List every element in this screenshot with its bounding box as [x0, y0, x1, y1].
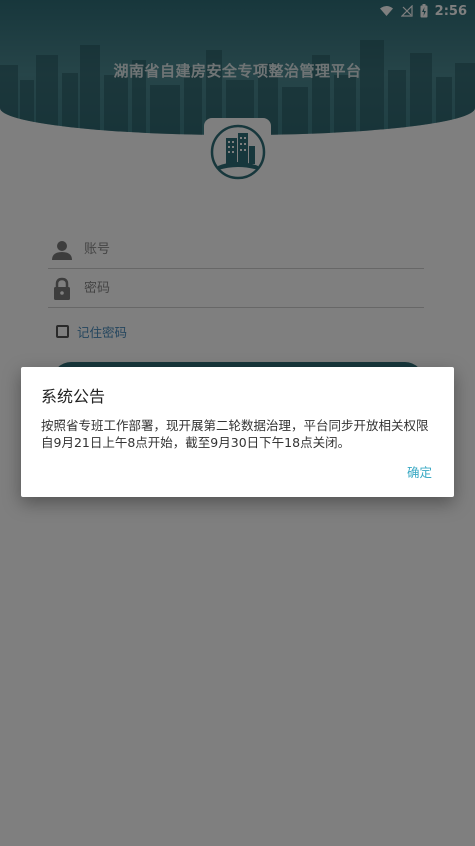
dialog-title: 系统公告	[41, 387, 106, 406]
announcement-dialog: 系统公告 按照省专班工作部署，现开展第二轮数据治理，平台同步开放相关权限自9月2…	[21, 367, 454, 497]
confirm-button[interactable]: 确定	[407, 462, 432, 481]
dialog-message: 按照省专班工作部署，现开展第二轮数据治理，平台同步开放相关权限自9月21日上午8…	[41, 418, 429, 450]
